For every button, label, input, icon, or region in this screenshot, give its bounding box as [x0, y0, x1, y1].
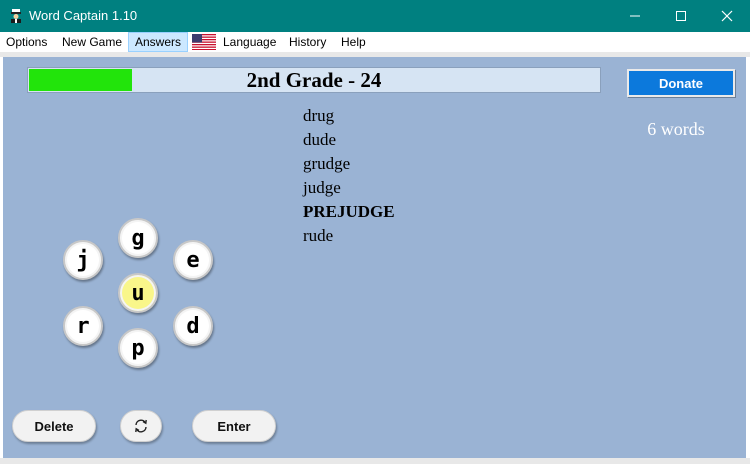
found-words-list: drug dude grudge judge PREJUDGE rude — [303, 104, 395, 248]
menu-language[interactable]: Language — [217, 32, 282, 52]
menu-new-game[interactable]: New Game — [56, 32, 128, 52]
maximize-button[interactable] — [658, 0, 704, 32]
menu-help[interactable]: Help — [335, 32, 372, 52]
found-word: dude — [303, 130, 337, 149]
letter-tile-upper-right[interactable]: e — [173, 240, 213, 280]
found-word: drug — [303, 106, 335, 125]
letter-tile-upper-left[interactable]: j — [63, 240, 103, 280]
minimize-button[interactable] — [612, 0, 658, 32]
shuffle-button[interactable] — [120, 410, 162, 442]
maximize-icon — [676, 11, 686, 21]
level-progress-bar: 2nd Grade - 24 — [27, 67, 601, 93]
letter-tile-lower-left[interactable]: r — [63, 306, 103, 346]
menu-history[interactable]: History — [283, 32, 332, 52]
frame-border-bottom — [0, 458, 750, 464]
title-bar: Word Captain 1.10 — [0, 0, 750, 32]
donate-button[interactable]: Donate — [627, 69, 735, 97]
app-icon — [11, 9, 21, 23]
menu-options[interactable]: Options — [0, 32, 53, 52]
letter-tile-bottom[interactable]: p — [118, 328, 158, 368]
minimize-icon — [630, 15, 640, 17]
window-title: Word Captain 1.10 — [29, 8, 138, 23]
us-flag-icon[interactable] — [192, 34, 216, 50]
refresh-icon — [135, 419, 147, 433]
menu-answers[interactable]: Answers — [128, 32, 189, 52]
menu-bar: Options New Game Answers Language Histor… — [0, 32, 750, 52]
delete-button[interactable]: Delete — [12, 410, 96, 442]
letter-tile-top[interactable]: g — [118, 218, 158, 258]
found-word: rude — [303, 226, 334, 245]
letter-tile-center[interactable]: u — [118, 273, 158, 313]
level-label: 2nd Grade - 24 — [246, 68, 382, 92]
word-count: 6 words — [647, 119, 705, 139]
close-button[interactable] — [704, 0, 750, 32]
enter-button[interactable]: Enter — [192, 410, 276, 442]
letter-tile-lower-right[interactable]: d — [173, 306, 213, 346]
found-word-pangram: PREJUDGE — [303, 202, 395, 221]
found-word: judge — [303, 178, 341, 197]
found-word: grudge — [303, 154, 351, 173]
close-icon — [721, 10, 733, 22]
